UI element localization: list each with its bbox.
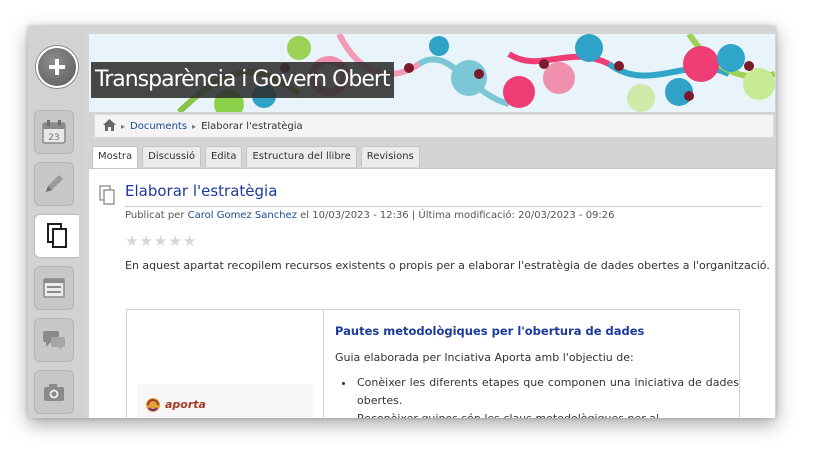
home-icon[interactable] [103, 118, 116, 134]
chat-button[interactable] [34, 318, 74, 362]
star-icon[interactable]: ★ [125, 233, 138, 249]
breadcrumb-separator-icon: ▸ [121, 121, 126, 131]
tab-estructura-del-llibre[interactable]: Estructura del llibre [246, 146, 357, 167]
site-title[interactable]: Transparència i Govern Obert [91, 62, 394, 98]
pencil-icon [46, 175, 63, 192]
resource-divider [323, 310, 324, 418]
breadcrumb-documents-link[interactable]: Documents [130, 121, 187, 132]
resource-list: Conèixer les diferents etapes que compon… [343, 374, 739, 418]
resource-description: Guia elaborada per Inciativa Aporta amb … [335, 351, 634, 364]
star-icon[interactable]: ★ [139, 233, 152, 249]
resource-title[interactable]: Pautes metodològiques per l'obertura de … [335, 324, 644, 338]
camera-icon [44, 384, 64, 401]
breadcrumb: ▸ Documents ▸ Elaborar l'estratègia [94, 114, 774, 138]
tab-edita[interactable]: Edita [204, 146, 243, 167]
star-icon[interactable]: ★ [168, 233, 181, 249]
rating-widget: ★ ★ ★ ★ ★ [125, 233, 196, 249]
camera-button[interactable] [34, 370, 74, 414]
documents-button[interactable] [34, 214, 79, 258]
title-divider [125, 206, 762, 207]
app-window: 23 Transparència i Govern Obert ▸ Docume… [28, 26, 776, 418]
tab-mostra[interactable]: Mostra [92, 146, 139, 169]
star-icon[interactable]: ★ [154, 233, 167, 249]
breadcrumb-current: Elaborar l'estratègia [201, 120, 303, 132]
aporta-logo-text: aporta [165, 398, 206, 411]
author-link[interactable]: Carol Gomez Sanchez [188, 210, 297, 221]
tab-revisions[interactable]: Revisions [360, 146, 420, 167]
star-icon[interactable]: ★ [183, 233, 196, 249]
list-icon [43, 278, 65, 298]
documents-icon [47, 223, 67, 248]
page-title: Elaborar l'estratègia [125, 182, 278, 200]
meta-prefix: Publicat per [125, 210, 185, 221]
breadcrumb-separator-icon: ▸ [192, 121, 197, 131]
calendar-button[interactable]: 23 [34, 110, 74, 154]
list-item: Reconèixer quines són les claus metodolò… [355, 410, 739, 418]
intro-text: En aquest apartat recopilem recursos exi… [125, 259, 770, 272]
aporta-logo-mark-icon [146, 398, 160, 412]
add-button[interactable] [36, 46, 78, 88]
list-item: Conèixer les diferents etapes que compon… [355, 374, 739, 410]
plus-icon [49, 59, 65, 75]
calendar-day: 23 [48, 133, 59, 143]
document-icon [99, 185, 115, 205]
aporta-logo: aporta [137, 384, 313, 418]
header-banner: Transparència i Govern Obert [89, 34, 775, 112]
chat-icon [43, 331, 65, 351]
tab-discussio[interactable]: Discussió [142, 146, 201, 167]
node-tabs: Mostra Discussió Edita Estructura del ll… [92, 146, 424, 169]
list-button[interactable] [34, 266, 74, 310]
resource-card: aporta Pautes metodològiques per l'obert… [126, 309, 740, 418]
left-toolbar: 23 [28, 26, 84, 418]
calendar-icon: 23 [42, 120, 66, 144]
edit-button[interactable] [34, 162, 74, 206]
submitted-info: Publicat per Carol Gomez Sanchez el 10/0… [125, 210, 615, 221]
content-panel: Elaborar l'estratègia Publicat per Carol… [89, 168, 775, 418]
meta-dates: el 10/03/2023 - 12:36 | Última modificac… [300, 210, 615, 221]
